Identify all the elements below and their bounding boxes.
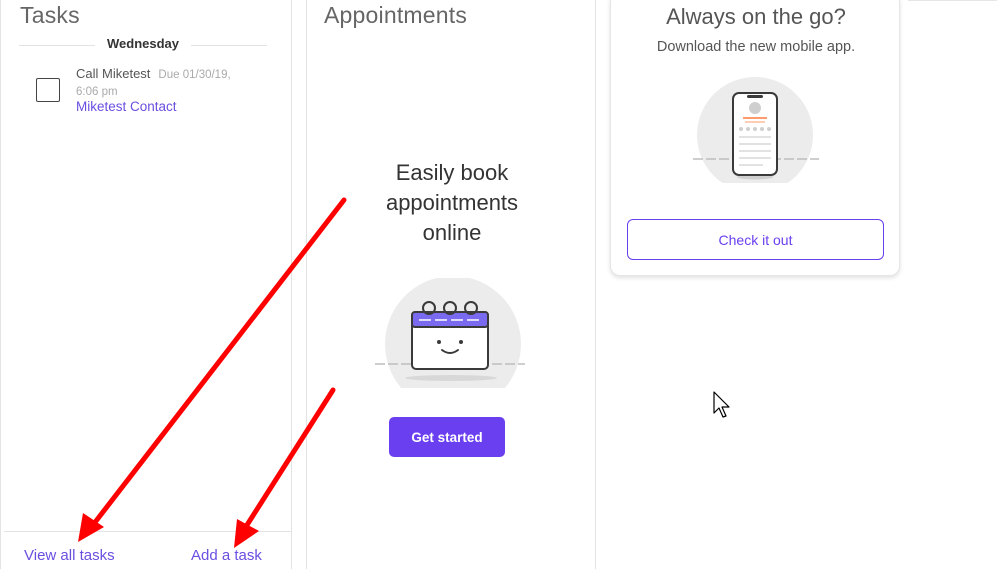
appointments-headline: Easily book appointments online: [307, 158, 597, 248]
phone-illustration-icon: [693, 77, 819, 183]
get-started-button[interactable]: Get started: [389, 417, 505, 457]
task-checkbox[interactable]: [36, 78, 60, 102]
check-it-out-button[interactable]: Check it out: [627, 219, 884, 260]
divider: [908, 0, 997, 1]
task-item: Call Miketest Due 01/30/19, 6:06 pm Miket…: [76, 65, 281, 114]
task-due-time: 6:06 pm: [76, 86, 118, 98]
headline-line: appointments: [385, 190, 519, 215]
tasks-title: Tasks: [20, 2, 80, 28]
mobile-card-title: Always on the go?: [666, 4, 846, 29]
mouse-cursor-icon: [713, 391, 730, 418]
mobile-card-subtitle: Download the new mobile app.: [656, 39, 856, 55]
tasks-footer: View all tasks Add a task: [4, 531, 292, 569]
task-title: Call Miketest: [76, 66, 151, 81]
tasks-panel: Tasks Wednesday Call Miketest Due 01/30/1…: [0, 0, 292, 569]
task-contact-link[interactable]: Miketest Contact: [76, 99, 281, 114]
day-separator: Wednesday: [19, 36, 267, 54]
add-task-link[interactable]: Add a task: [191, 547, 262, 564]
task-due-date: Due 01/30/19,: [158, 69, 231, 81]
view-all-tasks-link[interactable]: View all tasks: [24, 547, 115, 564]
dashboard-stage: Tasks Wednesday Call Miketest Due 01/30/1…: [0, 0, 997, 569]
appointments-panel: Appointments Easily book appointments on…: [306, 0, 596, 569]
divider: [191, 45, 267, 46]
headline-line: Easily book: [395, 160, 509, 185]
appointments-title: Appointments: [324, 2, 468, 28]
day-label: Wednesday: [106, 36, 179, 51]
headline-line: online: [422, 220, 482, 245]
calendar-illustration-icon: [375, 278, 525, 388]
mobile-app-card: Always on the go? Download the new mobil…: [610, 0, 900, 276]
